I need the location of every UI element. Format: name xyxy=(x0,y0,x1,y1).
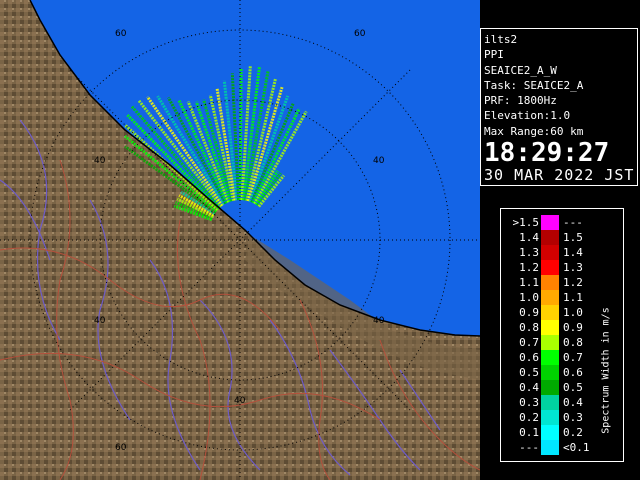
range-label: 40 xyxy=(94,316,106,326)
legend-row: 1.2 1.3 xyxy=(501,260,611,275)
range-label: 60 xyxy=(354,29,366,39)
legend-high-label: 1.0 xyxy=(563,306,583,319)
info-panel: ilts2 PPI SEAICE2_A_W Task: SEAICE2_A PR… xyxy=(480,28,638,186)
legend-high-label: --- xyxy=(563,216,583,229)
legend-low-label: 1.4 xyxy=(519,231,539,244)
legend-row: 0.3 0.4 xyxy=(501,395,611,410)
range-label: 40 xyxy=(234,396,246,406)
legend-high-label: 1.4 xyxy=(563,246,583,259)
legend-swatch xyxy=(541,275,559,290)
legend-high-label: 0.7 xyxy=(563,351,583,364)
legend-low-label: >1.5 xyxy=(512,216,540,229)
legend-swatch xyxy=(541,320,559,335)
legend-row: 0.4 0.5 xyxy=(501,380,611,395)
legend-low-label: 0.1 xyxy=(519,426,539,439)
legend-swatch xyxy=(541,380,559,395)
legend-swatch xyxy=(541,290,559,305)
legend-high-label: 1.5 xyxy=(563,231,583,244)
legend-low-label: 1.3 xyxy=(519,246,539,259)
legend-swatch xyxy=(541,410,559,425)
legend-row: 0.8 0.9 xyxy=(501,320,611,335)
legend-high-label: 1.1 xyxy=(563,291,583,304)
legend-swatch xyxy=(541,350,559,365)
legend-row: 1.3 1.4 xyxy=(501,245,611,260)
legend-low-label: 1.1 xyxy=(519,276,539,289)
legend-swatch xyxy=(541,425,559,440)
legend-swatch xyxy=(541,230,559,245)
range-label: 40 xyxy=(373,156,385,166)
legend-high-label: 0.9 xyxy=(563,321,583,334)
prf-value: PRF: 1800Hz xyxy=(484,94,557,108)
range-label: 40 xyxy=(373,316,385,326)
legend-swatch xyxy=(541,440,559,455)
legend-low-label: 0.7 xyxy=(519,336,539,349)
legend-high-label: 0.2 xyxy=(563,426,583,439)
legend-low-label: 0.9 xyxy=(519,306,539,319)
legend-swatch xyxy=(541,395,559,410)
legend-high-label: <0.1 xyxy=(563,441,590,454)
legend-swatch xyxy=(541,245,559,260)
task-name: Task: SEAICE2_A xyxy=(484,78,584,92)
legend-high-label: 1.3 xyxy=(563,261,583,274)
elevation-value: Elevation:1.0 xyxy=(484,109,571,123)
legend-low-label: 0.2 xyxy=(519,411,539,424)
legend-low-label: 0.8 xyxy=(519,321,539,334)
legend-high-label: 1.2 xyxy=(563,276,583,289)
legend-low-label: 0.3 xyxy=(519,396,539,409)
site-name: ilts2 xyxy=(484,33,518,46)
legend-high-label: 0.8 xyxy=(563,336,583,349)
legend-high-label: 0.3 xyxy=(563,411,583,424)
legend-unit-label: Spectrum Width in m/s xyxy=(600,307,612,434)
legend-row: 0.5 0.6 xyxy=(501,365,611,380)
legend-swatch xyxy=(541,365,559,380)
legend-row: 0.1 0.2 xyxy=(501,425,611,440)
product-type: PPI xyxy=(484,48,504,62)
legend-row: 0.9 1.0 xyxy=(501,305,611,320)
legend-unit: Spectrum Width in m/s xyxy=(596,300,616,460)
legend-row: 0.2 0.3 xyxy=(501,410,611,425)
legend-low-label: 0.5 xyxy=(519,366,539,379)
legend-high-label: 0.5 xyxy=(563,381,583,394)
legend-low-label: 1.2 xyxy=(519,261,539,274)
legend-low-label: 0.4 xyxy=(519,381,539,394)
legend-swatch xyxy=(541,305,559,320)
range-label: 60 xyxy=(115,29,127,39)
legend-swatch xyxy=(541,335,559,350)
legend-row: 1.4 1.5 xyxy=(501,230,611,245)
legend-row: 1.1 1.2 xyxy=(501,275,611,290)
legend-swatch xyxy=(541,215,559,230)
legend-low-label: 0.6 xyxy=(519,351,539,364)
legend-row: >1.5 --- xyxy=(501,215,611,230)
legend-row: --- <0.1 xyxy=(501,440,611,455)
scan-time: 18:29:27 xyxy=(484,138,610,169)
legend-row: 0.6 0.7 xyxy=(501,350,611,365)
legend-row: 1.0 1.1 xyxy=(501,290,611,305)
max-range-value: Max Range:60 km xyxy=(484,124,584,138)
radar-map[interactable]: 60 60 40 40 40 40 40 60 xyxy=(0,0,480,480)
range-label: 40 xyxy=(94,156,106,166)
scan-date: 30 MAR 2022 JST xyxy=(484,166,635,185)
scan-name: SEAICE2_A_W xyxy=(484,63,557,77)
legend-low-label: 1.0 xyxy=(519,291,539,304)
legend-high-label: 0.6 xyxy=(563,366,583,379)
legend-low-label: --- xyxy=(519,441,539,454)
range-label: 60 xyxy=(115,443,127,453)
legend-high-label: 0.4 xyxy=(563,396,583,409)
legend-swatch xyxy=(541,260,559,275)
legend-row: 0.7 0.8 xyxy=(501,335,611,350)
